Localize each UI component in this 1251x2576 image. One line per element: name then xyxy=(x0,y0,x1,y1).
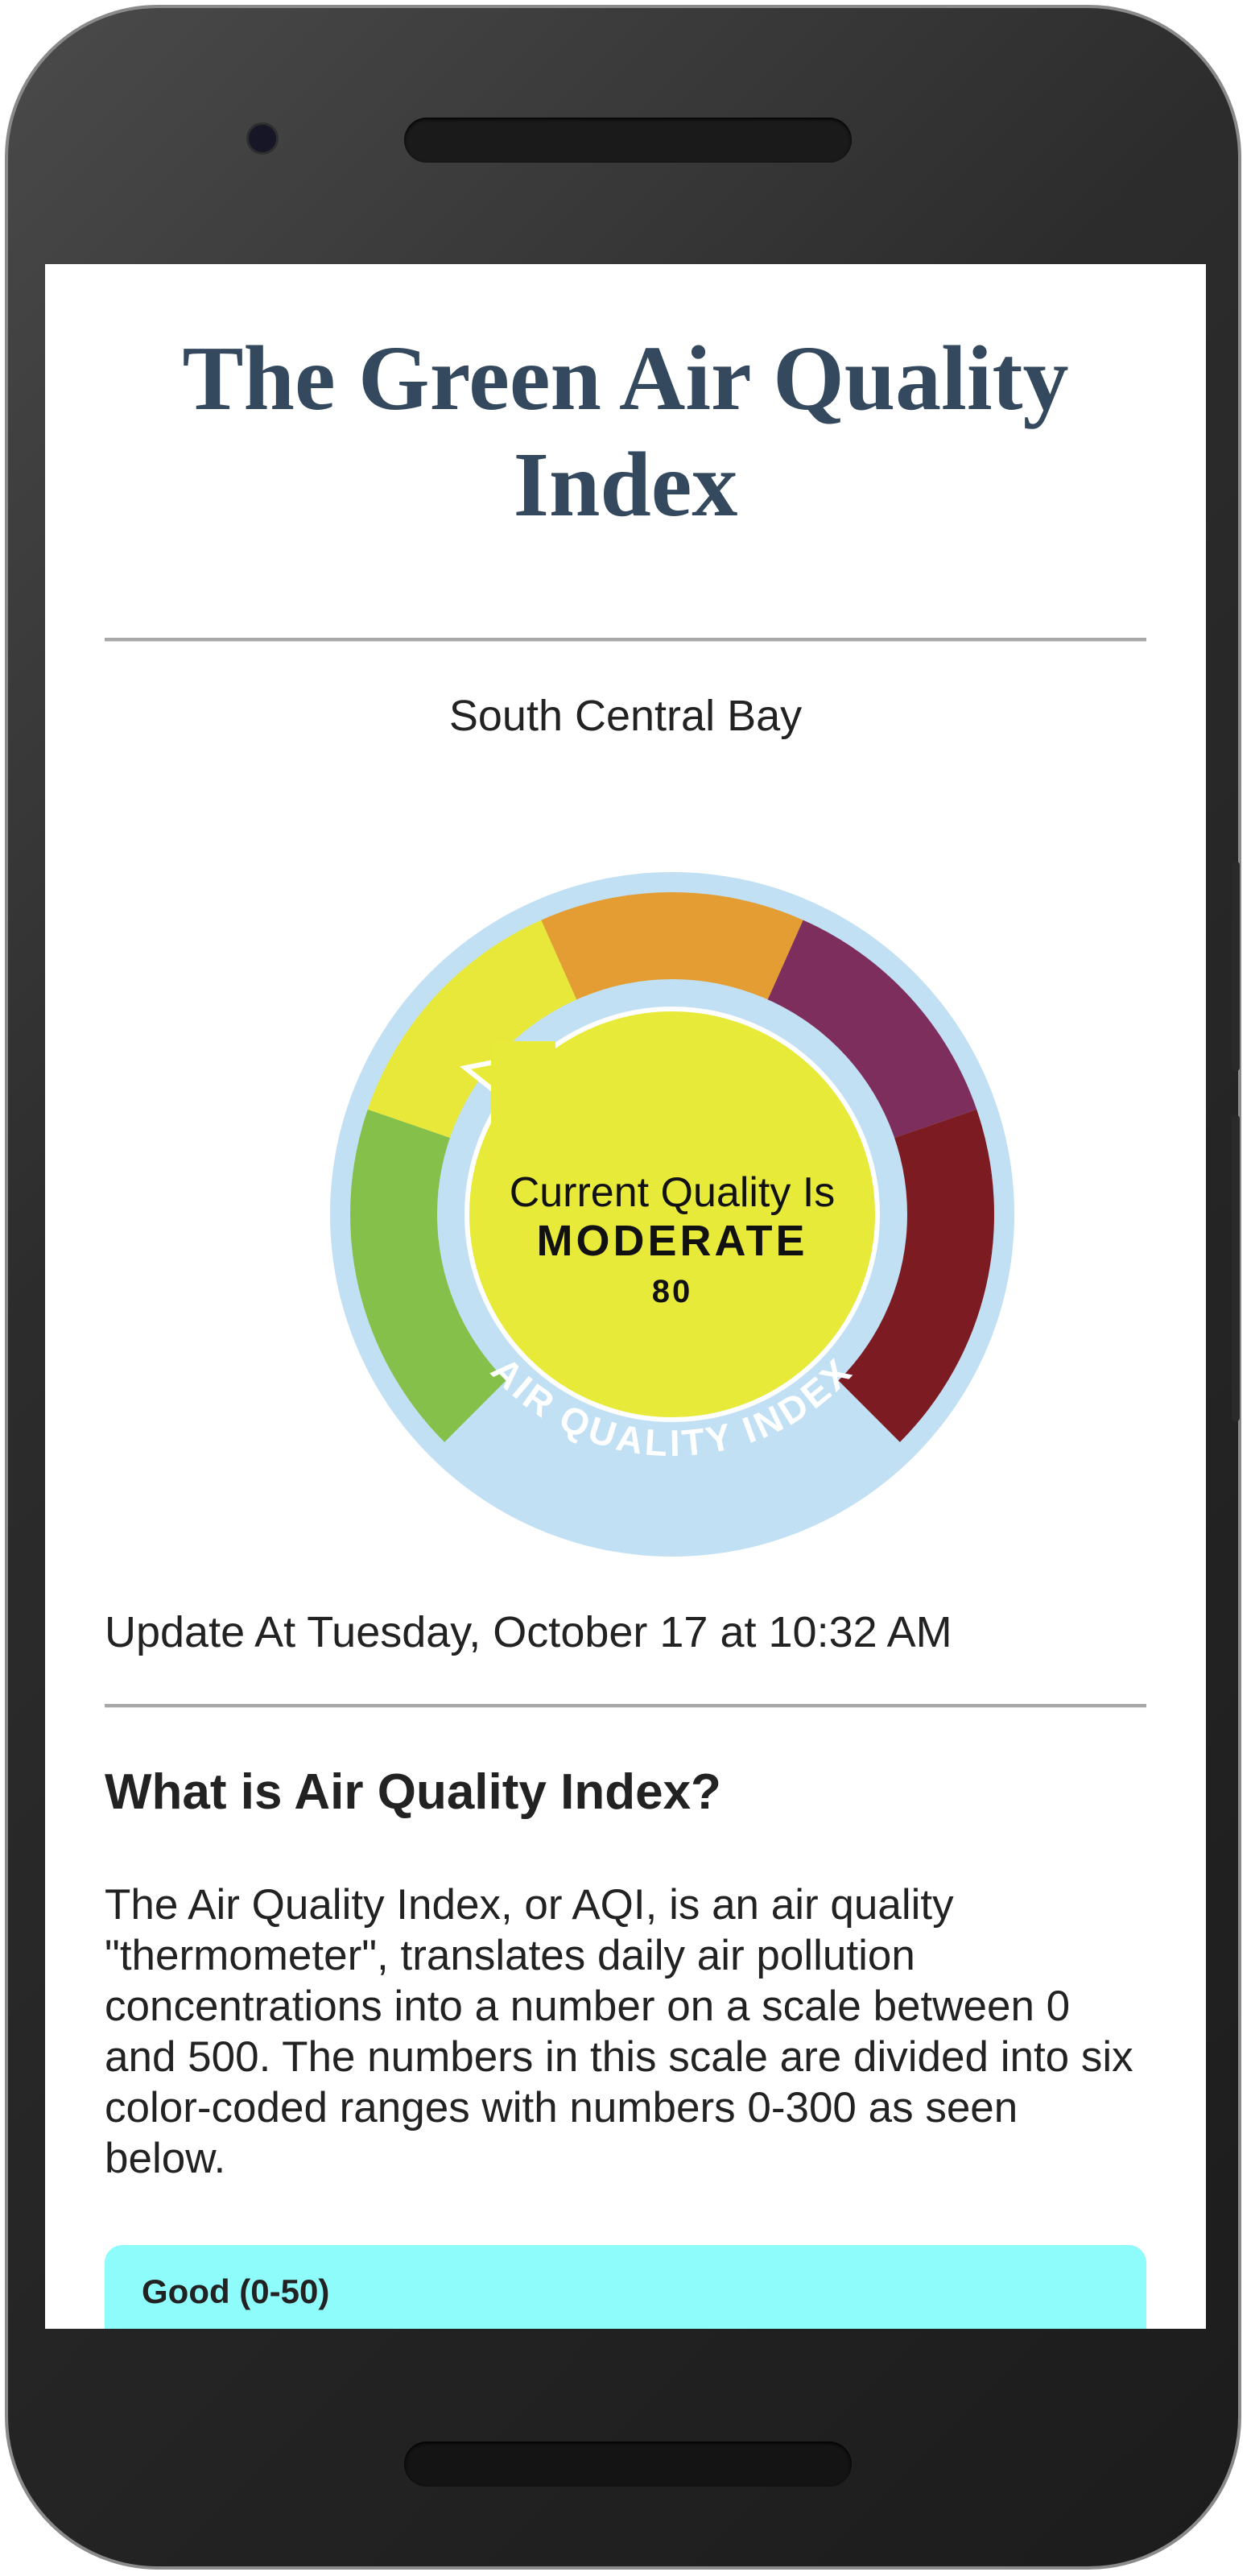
gauge-prefix: Current Quality Is xyxy=(510,1169,836,1216)
aqi-gauge: Current Quality Is MODERATE 80 AIR QUALI… xyxy=(330,872,1014,1557)
update-timestamp: Update At Tuesday, October 17 at 10:32 A… xyxy=(105,1608,952,1656)
page-title: The Green Air Quality Index xyxy=(182,327,1069,535)
location-label: South Central Bay xyxy=(448,692,803,740)
divider xyxy=(105,638,1146,642)
range-label-good: Good (0-50) xyxy=(142,2272,330,2310)
divider xyxy=(105,1704,1146,1708)
section-body: The Air Quality Index, or AQI, is an air… xyxy=(105,1881,1133,2182)
bottom-speaker xyxy=(404,2442,852,2487)
section-heading: What is Air Quality Index? xyxy=(105,1764,721,1820)
earpiece-speaker xyxy=(404,118,852,163)
front-camera xyxy=(246,122,279,155)
device-frame: The Green Air Quality Index South Centra… xyxy=(0,0,1251,2576)
screen[interactable]: The Green Air Quality Index South Centra… xyxy=(45,264,1206,2329)
gauge-value: 80 xyxy=(652,1274,693,1309)
volume-button xyxy=(1232,862,1240,1071)
gauge-level: MODERATE xyxy=(537,1217,808,1265)
power-button xyxy=(1232,1115,1240,1421)
